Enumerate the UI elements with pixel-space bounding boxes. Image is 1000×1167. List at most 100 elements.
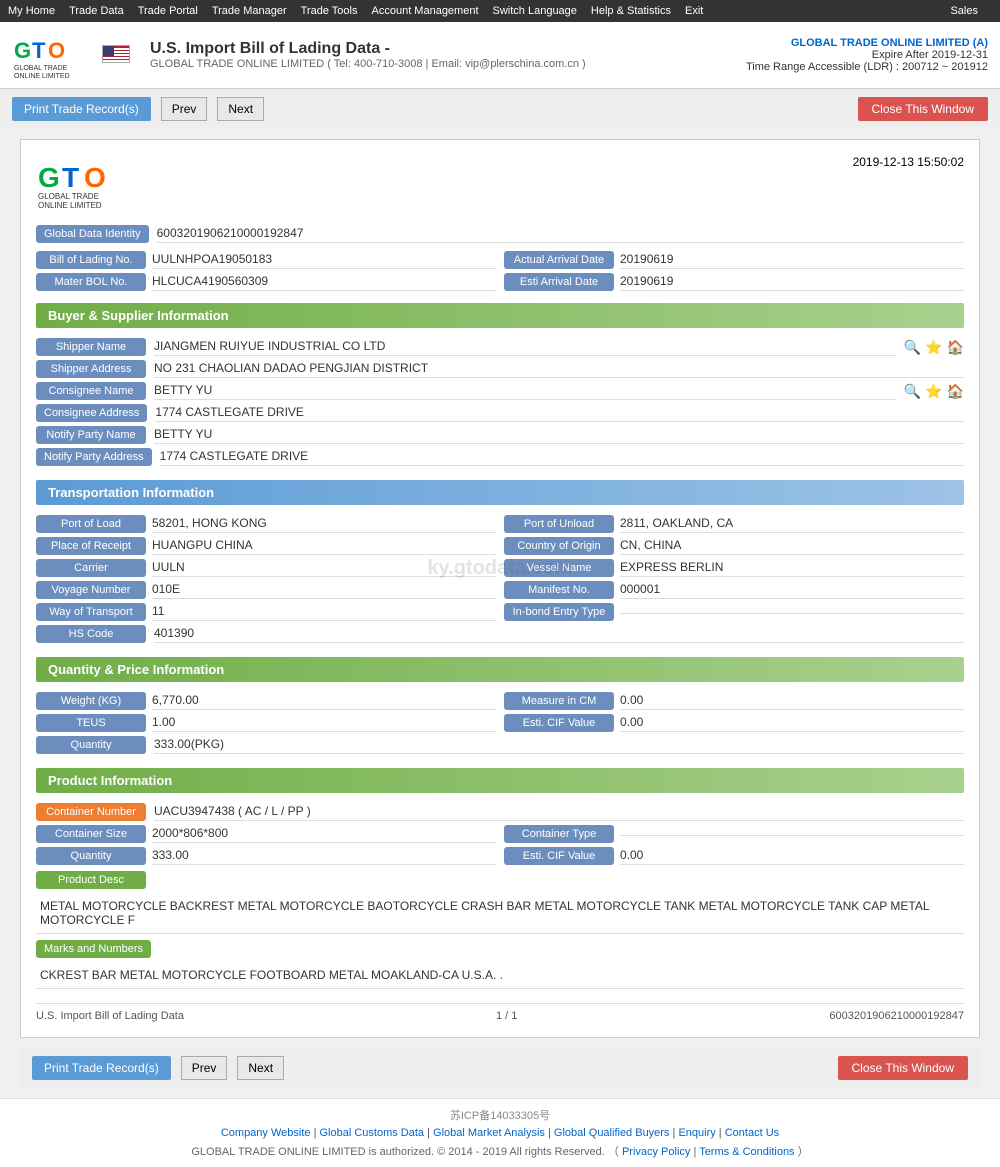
carrier-value: UULN bbox=[152, 560, 496, 577]
shipper-address-label: Shipper Address bbox=[36, 360, 146, 378]
footer-terms[interactable]: Terms & Conditions bbox=[699, 1146, 794, 1158]
shipper-address-row: Shipper Address NO 231 CHAOLIAN DADAO PE… bbox=[36, 360, 964, 378]
footer-global-customs[interactable]: Global Customs Data bbox=[320, 1127, 425, 1139]
header-company-info: GLOBAL TRADE ONLINE LIMITED ( Tel: 400-7… bbox=[150, 58, 586, 70]
nav-my-home[interactable]: My Home bbox=[8, 5, 55, 17]
container-number-row: Container Number UACU3947438 ( AC / L / … bbox=[36, 803, 964, 821]
manifest-no-label: Manifest No. bbox=[504, 581, 614, 599]
close-button-top[interactable]: Close This Window bbox=[858, 97, 988, 121]
product-quantity-label: Quantity bbox=[36, 847, 146, 865]
header-title-block: U.S. Import Bill of Lading Data - GLOBAL… bbox=[150, 40, 586, 70]
footer-global-buyers[interactable]: Global Qualified Buyers bbox=[554, 1127, 670, 1139]
close-button-bottom[interactable]: Close This Window bbox=[838, 1056, 968, 1080]
place-of-receipt-label: Place of Receipt bbox=[36, 537, 146, 555]
header-right: GLOBAL TRADE ONLINE LIMITED (A) Expire A… bbox=[746, 37, 988, 73]
product-desc-label: Product Desc bbox=[36, 871, 146, 889]
doc-timestamp: 2019-12-13 15:50:02 bbox=[853, 155, 964, 169]
consignee-address-label: Consignee Address bbox=[36, 404, 147, 422]
notify-party-name-row: Notify Party Name BETTY YU bbox=[36, 426, 964, 444]
flag-area[interactable] bbox=[102, 45, 130, 66]
in-bond-entry-label: In-bond Entry Type bbox=[504, 603, 614, 621]
port-of-load-label: Port of Load bbox=[36, 515, 146, 533]
product-desc-label-row: Product Desc bbox=[36, 871, 964, 889]
in-bond-entry-value bbox=[620, 611, 964, 614]
print-button-bottom[interactable]: Print Trade Record(s) bbox=[32, 1056, 171, 1080]
footer-contact-us[interactable]: Contact Us bbox=[725, 1127, 779, 1139]
consignee-address-value: 1774 CASTLEGATE DRIVE bbox=[155, 405, 964, 422]
next-button-bottom[interactable]: Next bbox=[237, 1056, 284, 1080]
port-row: Port of Load 58201, HONG KONG Port of Un… bbox=[36, 515, 964, 533]
consignee-search-icon[interactable]: 🔍 bbox=[904, 383, 921, 400]
footer-enquiry[interactable]: Enquiry bbox=[678, 1127, 715, 1139]
doc-logo: G T O GLOBAL TRADE ONLINE LIMITED bbox=[36, 155, 166, 213]
way-of-transport-value: 11 bbox=[152, 604, 496, 621]
next-button-top[interactable]: Next bbox=[217, 97, 264, 121]
transport-inbond-row: Way of Transport 11 In-bond Entry Type bbox=[36, 603, 964, 621]
marks-value: CKREST BAR METAL MOTORCYCLE FOOTBOARD ME… bbox=[36, 962, 964, 989]
svg-text:GLOBAL TRADE: GLOBAL TRADE bbox=[38, 192, 99, 201]
nav-exit[interactable]: Exit bbox=[685, 5, 703, 17]
manifest-no-value: 000001 bbox=[620, 582, 964, 599]
doc-header: G T O GLOBAL TRADE ONLINE LIMITED 2019-1… bbox=[36, 155, 964, 213]
marks-label: Marks and Numbers bbox=[36, 940, 151, 958]
country-of-origin-label: Country of Origin bbox=[504, 537, 614, 555]
footer-company-website[interactable]: Company Website bbox=[221, 1127, 311, 1139]
nav-help-statistics[interactable]: Help & Statistics bbox=[591, 5, 671, 17]
nav-trade-portal[interactable]: Trade Portal bbox=[138, 5, 198, 17]
measure-cm-label: Measure in CM bbox=[504, 692, 614, 710]
teus-label: TEUS bbox=[36, 714, 146, 732]
esti-arrival-value: 20190619 bbox=[620, 274, 964, 291]
bol-row: Bill of Lading No. UULNHPOA19050183 Actu… bbox=[36, 251, 964, 269]
buyer-supplier-section: Buyer & Supplier Information Shipper Nam… bbox=[36, 303, 964, 466]
footer-privacy-policy[interactable]: Privacy Policy bbox=[622, 1146, 690, 1158]
doc-footer-page: 1 / 1 bbox=[496, 1010, 517, 1022]
consignee-home-icon[interactable]: 🏠 bbox=[947, 383, 964, 400]
actual-arrival-label: Actual Arrival Date bbox=[504, 251, 614, 269]
expire-date: Expire After 2019-12-31 bbox=[746, 49, 988, 61]
consignee-address-row: Consignee Address 1774 CASTLEGATE DRIVE bbox=[36, 404, 964, 422]
way-of-transport-label: Way of Transport bbox=[36, 603, 146, 621]
global-data-identity-label: Global Data Identity bbox=[36, 225, 149, 243]
doc-footer-left: U.S. Import Bill of Lading Data bbox=[36, 1010, 184, 1022]
nav-sales[interactable]: Sales bbox=[950, 5, 978, 17]
nav-account-management[interactable]: Account Management bbox=[372, 5, 479, 17]
container-number-label: Container Number bbox=[36, 803, 146, 821]
nav-trade-manager[interactable]: Trade Manager bbox=[212, 5, 287, 17]
nav-switch-language[interactable]: Switch Language bbox=[493, 5, 577, 17]
voyage-number-label: Voyage Number bbox=[36, 581, 146, 599]
product-qty-cif-row: Quantity 333.00 Esti. CIF Value 0.00 bbox=[36, 847, 964, 865]
shipper-name-value: JIANGMEN RUIYUE INDUSTRIAL CO LTD bbox=[154, 339, 896, 356]
shipper-name-row: Shipper Name JIANGMEN RUIYUE INDUSTRIAL … bbox=[36, 338, 964, 356]
shipper-search-icon[interactable]: 🔍 bbox=[904, 339, 921, 356]
consignee-icons: 🔍 ⭐ 🏠 bbox=[904, 383, 964, 400]
bol-no-label: Bill of Lading No. bbox=[36, 251, 146, 269]
product-esti-cif-label: Esti. CIF Value bbox=[504, 847, 614, 865]
product-quantity-value: 333.00 bbox=[152, 848, 496, 865]
top-navigation: My Home Trade Data Trade Portal Trade Ma… bbox=[0, 0, 1000, 22]
shipper-home-icon[interactable]: 🏠 bbox=[947, 339, 964, 356]
notify-party-address-value: 1774 CASTLEGATE DRIVE bbox=[160, 449, 964, 466]
shipper-star-icon[interactable]: ⭐ bbox=[925, 339, 942, 356]
teus-value: 1.00 bbox=[152, 715, 496, 732]
vessel-name-value: EXPRESS BERLIN bbox=[620, 560, 964, 577]
nav-trade-tools[interactable]: Trade Tools bbox=[301, 5, 358, 17]
nav-trade-data[interactable]: Trade Data bbox=[69, 5, 124, 17]
container-type-label: Container Type bbox=[504, 825, 614, 843]
container-number-value: UACU3947438 ( AC / L / PP ) bbox=[154, 804, 964, 821]
notify-party-address-label: Notify Party Address bbox=[36, 448, 152, 466]
prev-button-top[interactable]: Prev bbox=[161, 97, 208, 121]
voyage-manifest-row: Voyage Number 010E Manifest No. 000001 bbox=[36, 581, 964, 599]
ldr-range: Time Range Accessible (LDR) : 200712 ~ 2… bbox=[746, 61, 988, 73]
product-section: Product Information Container Number UAC… bbox=[36, 768, 964, 989]
hs-code-label: HS Code bbox=[36, 625, 146, 643]
account-name: GLOBAL TRADE ONLINE LIMITED (A) bbox=[746, 37, 988, 49]
actual-arrival-value: 20190619 bbox=[620, 252, 964, 269]
consignee-star-icon[interactable]: ⭐ bbox=[925, 383, 942, 400]
place-country-row: Place of Receipt HUANGPU CHINA Country o… bbox=[36, 537, 964, 555]
vessel-name-label: Vessel Name bbox=[504, 559, 614, 577]
consignee-name-row: Consignee Name BETTY YU 🔍 ⭐ 🏠 bbox=[36, 382, 964, 400]
footer-global-market[interactable]: Global Market Analysis bbox=[433, 1127, 545, 1139]
print-button-top[interactable]: Print Trade Record(s) bbox=[12, 97, 151, 121]
transportation-header: Transportation Information bbox=[36, 480, 964, 505]
prev-button-bottom[interactable]: Prev bbox=[181, 1056, 228, 1080]
